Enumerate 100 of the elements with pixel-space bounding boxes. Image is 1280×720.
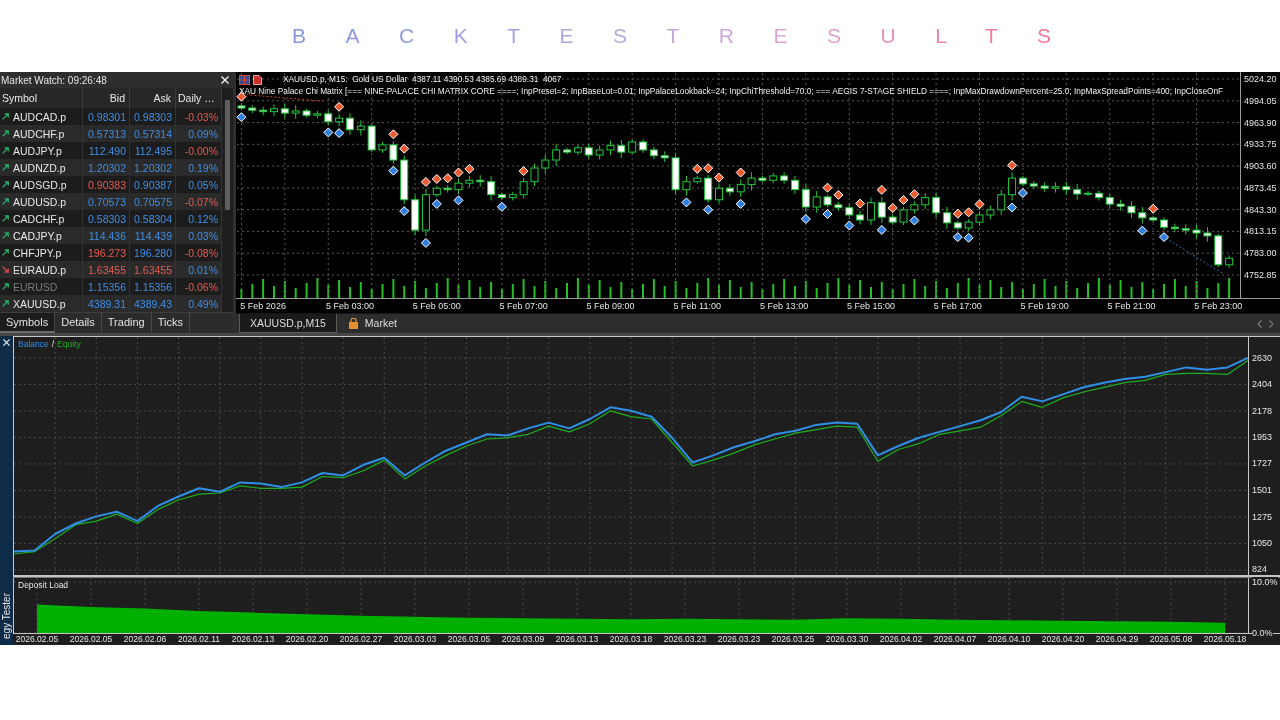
- daily-change: 0.12%: [188, 212, 218, 225]
- date-label: 2026.02.20: [285, 634, 329, 644]
- axis-label: 1050: [1252, 537, 1273, 549]
- candle: [1160, 216, 1168, 231]
- market-watch-row[interactable]: AUDSGD.p 0.90383 0.90387 0.05%: [0, 176, 222, 193]
- diamond-marker-icon: [453, 167, 464, 178]
- market-watch-row[interactable]: AUDUSD.p 0.70573 0.70575 -0.07%: [0, 193, 222, 210]
- diamond-marker-icon: [453, 195, 464, 206]
- market-watch-row[interactable]: AUDJPY.p 112.490 112.495 -0.00%: [0, 142, 222, 159]
- price-label: 4873.45: [1244, 181, 1277, 194]
- market-watch-row[interactable]: AUDNZD.p 1.20302 1.20302 0.19%: [0, 159, 222, 176]
- chart-tab[interactable]: Market: [336, 314, 408, 333]
- axis-label: 0.0%: [1252, 627, 1273, 639]
- chevron-right-icon[interactable]: [1269, 319, 1274, 328]
- diamond-marker-icon: [431, 174, 442, 184]
- symbol-info: XAUUSD.p, M15: Gold US Dollar 4387.11 4390.53 4385.69 4389.31 4067: [283, 74, 562, 85]
- diamond-marker-icon: [431, 198, 442, 209]
- grid-icon[interactable]: [239, 74, 250, 85]
- ask-price: 1.20302: [134, 161, 172, 174]
- diamond-marker-icon: [1159, 232, 1169, 243]
- market-watch-row[interactable]: AUDCHF.p 0.57313 0.57314 0.09%: [0, 125, 222, 142]
- symbol-name: CADJPY.p: [13, 229, 62, 242]
- date-label: 2026.02.06: [123, 634, 167, 644]
- scrollbar-thumb[interactable]: [225, 100, 230, 210]
- axis-label: 1275: [1252, 511, 1273, 523]
- ask-price: 1.63455: [134, 263, 172, 276]
- candle: [1214, 233, 1223, 268]
- chevron-left-icon[interactable]: [1257, 319, 1262, 328]
- ask-price: 196.280: [134, 246, 172, 259]
- date-label: 2026.02.05: [69, 634, 113, 644]
- diamond-marker-icon: [735, 198, 746, 209]
- diamond-marker-icon: [703, 204, 714, 215]
- daily-change: 0.49%: [188, 297, 218, 310]
- symbol-name: XAUUSD.p: [13, 297, 66, 310]
- candle: [964, 218, 973, 232]
- panel-title: egy Tester: [0, 593, 13, 639]
- diamond-marker-icon: [399, 206, 410, 217]
- candle: [248, 104, 257, 114]
- legend-label: Balance: [18, 339, 49, 349]
- daily-change: -0.06%: [184, 280, 218, 293]
- date-label: 2026.05.18: [1203, 634, 1247, 644]
- date-label: 2026.02.11: [178, 634, 220, 644]
- page-icon[interactable]: [253, 74, 262, 85]
- panel-tab[interactable]: Symbols: [0, 313, 56, 333]
- date-label: 2026.02.27: [339, 634, 383, 644]
- ask-price: 0.58304: [134, 212, 172, 225]
- symbol-name: EURUSD: [13, 280, 58, 293]
- ask-price: 4389.43: [134, 297, 172, 310]
- diamond-marker-icon: [388, 165, 399, 176]
- time-label: 5 Feb 05:00: [412, 300, 461, 312]
- close-icon[interactable]: [221, 76, 229, 84]
- chart-tab[interactable]: XAUUSD.p,M15: [239, 314, 337, 333]
- diamond-marker-icon: [1017, 188, 1028, 198]
- candle: [617, 139, 626, 159]
- date-label: 2026.04.29: [1095, 634, 1139, 644]
- market-watch-row[interactable]: CADJPY.p 114.436 114.439 0.03%: [0, 227, 222, 244]
- diamond-marker-icon: [963, 232, 974, 243]
- market-watch-row[interactable]: XAUUSD.p 4389.31 4389.43 0.49%: [0, 295, 222, 312]
- candle: [932, 192, 941, 219]
- axis-label: 10.0%: [1252, 576, 1278, 588]
- candle: [378, 141, 387, 154]
- candle: [888, 214, 897, 225]
- candle: [389, 140, 398, 165]
- candle: [791, 175, 799, 195]
- price-label: 4963.90: [1244, 116, 1277, 129]
- daily-change: 0.05%: [188, 178, 218, 191]
- candle: [443, 184, 452, 194]
- candle: [921, 192, 930, 210]
- market-watch-row[interactable]: EURAUD.p 1.63455 1.63455 0.01%: [0, 261, 222, 278]
- diamond-marker-icon: [496, 201, 507, 212]
- trade-line: [1158, 233, 1224, 275]
- diamond-marker-icon: [822, 209, 833, 219]
- time-label: 5 Feb 2026: [240, 300, 286, 312]
- market-watch-row[interactable]: AUDCAD.p 0.98301 0.98303 -0.03%: [0, 108, 222, 125]
- symbol-name: AUDCAD.p: [13, 110, 67, 123]
- diamond-marker-icon: [692, 163, 703, 174]
- time-label: 5 Feb 07:00: [499, 300, 548, 312]
- price-label: 5024.20: [1244, 73, 1277, 85]
- candle: [877, 196, 886, 224]
- candle: [454, 179, 463, 194]
- market-watch-row[interactable]: CHFJPY.p 196.273 196.280 -0.08%: [0, 244, 222, 261]
- market-watch-row[interactable]: CADCHF.p 0.58303 0.58304 0.12%: [0, 210, 222, 227]
- time-label: 5 Feb 13:00: [760, 300, 809, 312]
- ask-price: 112.495: [134, 144, 172, 157]
- candle: [595, 145, 604, 160]
- bid-price: 0.98301: [88, 110, 126, 123]
- diamond-marker-icon: [822, 182, 833, 193]
- candle: [1029, 180, 1038, 190]
- legend-label: Equity: [57, 339, 81, 349]
- bid-price: 112.490: [88, 144, 126, 157]
- bid-price: 196.273: [88, 246, 126, 259]
- date-label: 2026.03.09: [501, 634, 545, 644]
- candle: [291, 104, 300, 120]
- time-label: 5 Feb 17:00: [933, 300, 982, 312]
- close-icon[interactable]: [3, 339, 10, 346]
- price-label: 4933.75: [1244, 138, 1277, 151]
- candle: [910, 200, 919, 214]
- candle: [400, 155, 409, 205]
- ask-price: 0.70575: [134, 195, 172, 208]
- chart-title: Deposit Load: [18, 580, 69, 590]
